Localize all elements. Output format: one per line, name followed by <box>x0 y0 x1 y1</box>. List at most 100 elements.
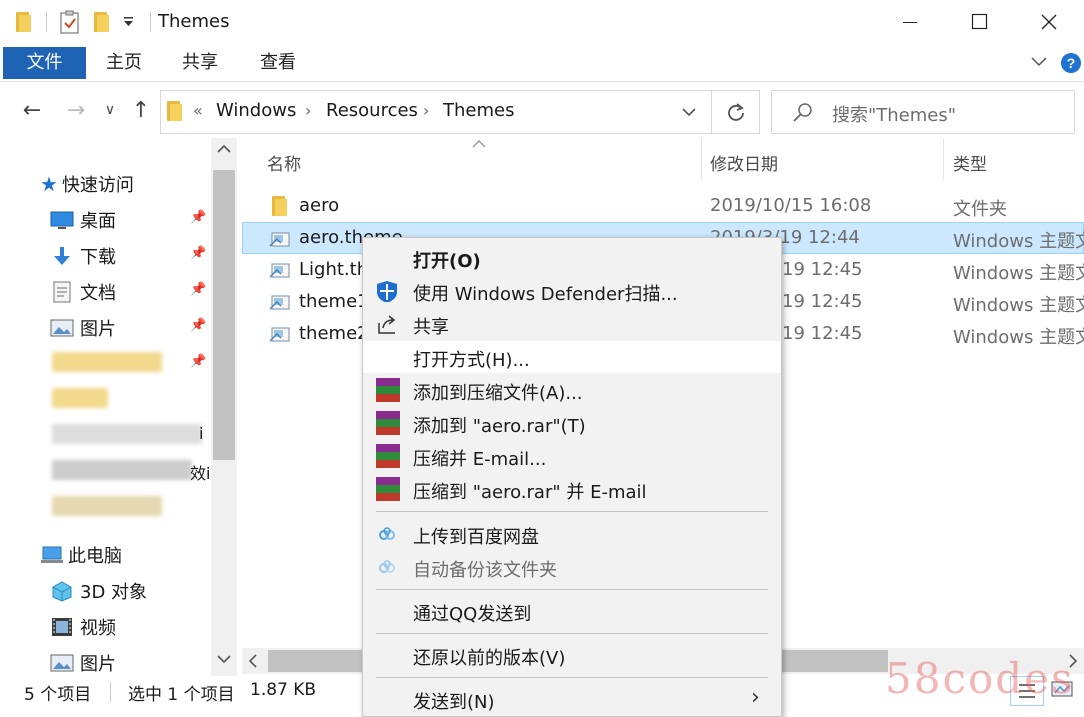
tab-view[interactable]: 查看 <box>246 47 310 79</box>
menu-item-send-to[interactable]: 发送到(N) › <box>363 683 781 715</box>
back-arrow-icon: ← <box>22 97 42 123</box>
svg-text:?: ? <box>1067 55 1076 71</box>
sidebar-item-documents[interactable]: 文档 <box>50 277 116 307</box>
computer-icon <box>41 546 63 563</box>
theme-file-icon <box>269 327 290 342</box>
sidebar-item-downloads[interactable]: 下载 <box>50 241 116 271</box>
scroll-left-icon[interactable] <box>248 654 258 668</box>
divider <box>46 12 47 32</box>
sidebar-item-videos[interactable]: 视频 <box>50 612 116 642</box>
tab-share[interactable]: 共享 <box>168 47 232 79</box>
sidebar-item-pictures[interactable]: 图片 <box>50 313 116 343</box>
column-divider[interactable] <box>701 138 702 180</box>
column-header-type[interactable]: 类型 <box>953 150 987 175</box>
menu-item-add-to-archive[interactable]: 添加到压缩文件(A)... <box>363 374 781 406</box>
menu-item-compress-email[interactable]: 压缩并 E-mail... <box>363 440 781 472</box>
menu-item-defender-scan[interactable]: 使用 Windows Defender扫描... <box>363 275 781 307</box>
help-icon[interactable]: ? <box>1060 52 1082 74</box>
sidebar-item-desktop[interactable]: 桌面 <box>50 205 116 235</box>
scroll-up-icon[interactable] <box>217 144 231 154</box>
pin-icon[interactable]: 📌 <box>190 246 206 261</box>
selection-count: 选中 1 个项目 <box>128 685 235 705</box>
table-row[interactable]: aero 2019/10/15 16:08 文件夹 <box>242 190 1084 222</box>
menu-separator <box>376 589 768 590</box>
menu-item-label: 压缩到 "aero.rar" 并 E-mail <box>413 482 647 503</box>
sidebar-item-quick-access[interactable]: ★ 快速访问 <box>40 169 134 199</box>
sidebar-item-label: 此电脑 <box>68 546 122 567</box>
address-dropdown-icon[interactable] <box>681 107 697 119</box>
breadcrumb-overflow[interactable]: « <box>193 101 203 120</box>
new-folder-icon[interactable] <box>94 12 110 32</box>
refresh-button[interactable] <box>712 90 760 134</box>
sidebar-item-pictures-pc[interactable]: 图片 <box>50 648 116 678</box>
redacted-item[interactable] <box>52 388 108 408</box>
menu-item-label: 通过QQ发送到 <box>413 604 532 625</box>
menu-item-label: 共享 <box>413 317 449 338</box>
3d-objects-icon <box>52 581 72 602</box>
menu-item-open-with[interactable]: 打开方式(H)... <box>363 341 781 373</box>
file-name: theme2 <box>299 323 369 344</box>
tab-file[interactable]: 文件 <box>3 47 86 79</box>
tab-home[interactable]: 主页 <box>92 47 156 79</box>
menu-item-label: 自动备份该文件夹 <box>413 560 557 581</box>
customize-quick-access-icon[interactable] <box>123 16 135 28</box>
menu-item-share[interactable]: 共享 <box>363 308 781 340</box>
menu-item-send-via-qq[interactable]: 通过QQ发送到 <box>363 595 781 627</box>
pictures-icon <box>50 319 74 337</box>
redacted-item[interactable] <box>52 424 202 444</box>
menu-item-open[interactable]: 打开(O) <box>363 242 781 274</box>
divider <box>150 12 151 32</box>
forward-button[interactable]: → <box>62 96 90 124</box>
breadcrumb-themes[interactable]: Themes <box>443 100 514 121</box>
sidebar-item-label: 图片 <box>80 654 116 675</box>
menu-item-compress-to-rar-email[interactable]: 压缩到 "aero.rar" 并 E-mail <box>363 473 781 505</box>
winrar-icon <box>376 444 400 468</box>
column-divider[interactable] <box>943 138 944 180</box>
scroll-down-icon[interactable] <box>217 654 231 664</box>
breadcrumb-windows[interactable]: Windows <box>216 100 296 121</box>
sort-ascending-icon <box>472 140 486 148</box>
search-box[interactable]: 搜索"Themes" <box>771 90 1075 134</box>
scrollbar-thumb[interactable] <box>213 170 235 460</box>
menu-item-label: 添加到 "aero.rar"(T) <box>413 416 586 437</box>
pin-icon[interactable]: 📌 <box>190 318 206 333</box>
address-bar[interactable]: « Windows › Resources › Themes <box>160 90 712 134</box>
sidebar-item-3d-objects[interactable]: 3D 对象 <box>50 576 147 606</box>
recent-locations-button[interactable]: ∨ <box>100 96 120 124</box>
refresh-icon <box>727 103 744 121</box>
breadcrumb-resources[interactable]: Resources <box>326 100 418 121</box>
menu-item-label: 打开方式(H)... <box>413 350 530 371</box>
pin-icon[interactable]: 📌 <box>190 354 206 369</box>
up-button[interactable]: ↑ <box>128 96 154 124</box>
sidebar-item-this-pc[interactable]: 此电脑 <box>40 540 122 570</box>
file-type: Windows 主题文 <box>953 231 1084 252</box>
videos-icon <box>52 618 72 636</box>
pin-icon[interactable]: 📌 <box>190 210 206 225</box>
maximize-button[interactable] <box>945 0 1015 44</box>
folder-icon[interactable] <box>16 12 32 32</box>
file-date: 19 12:45 <box>782 259 863 280</box>
menu-item-restore-previous[interactable]: 还原以前的版本(V) <box>363 639 781 671</box>
selection-size: 1.87 KB <box>250 680 317 700</box>
menu-item-label: 打开(O) <box>413 251 481 272</box>
context-menu: 打开(O) 使用 Windows Defender扫描... 共享 打开方式(H… <box>362 237 782 717</box>
close-button[interactable] <box>1014 0 1084 44</box>
expand-ribbon-icon[interactable] <box>1030 56 1048 68</box>
properties-icon[interactable] <box>60 10 80 34</box>
pin-icon[interactable]: 📌 <box>190 282 206 297</box>
folder-icon <box>272 196 288 216</box>
pictures-icon <box>50 654 74 672</box>
column-header-date[interactable]: 修改日期 <box>710 150 778 175</box>
menu-item-add-to-aero-rar[interactable]: 添加到 "aero.rar"(T) <box>363 407 781 439</box>
redacted-item[interactable] <box>52 496 162 516</box>
watermark: 58codes <box>885 654 1075 703</box>
back-button[interactable]: ← <box>18 96 46 124</box>
file-type: 文件夹 <box>953 199 1007 220</box>
column-header-name[interactable]: 名称 <box>267 150 301 175</box>
winrar-icon <box>376 411 400 435</box>
redacted-item[interactable] <box>52 460 192 480</box>
redacted-item[interactable] <box>52 352 162 372</box>
minimize-button[interactable] <box>875 0 945 44</box>
menu-item-upload-baidu[interactable]: 上传到百度网盘 <box>363 518 781 550</box>
navigation-bar: ← → ∨ ↑ « Windows › Resources › Themes 搜… <box>0 82 1084 138</box>
